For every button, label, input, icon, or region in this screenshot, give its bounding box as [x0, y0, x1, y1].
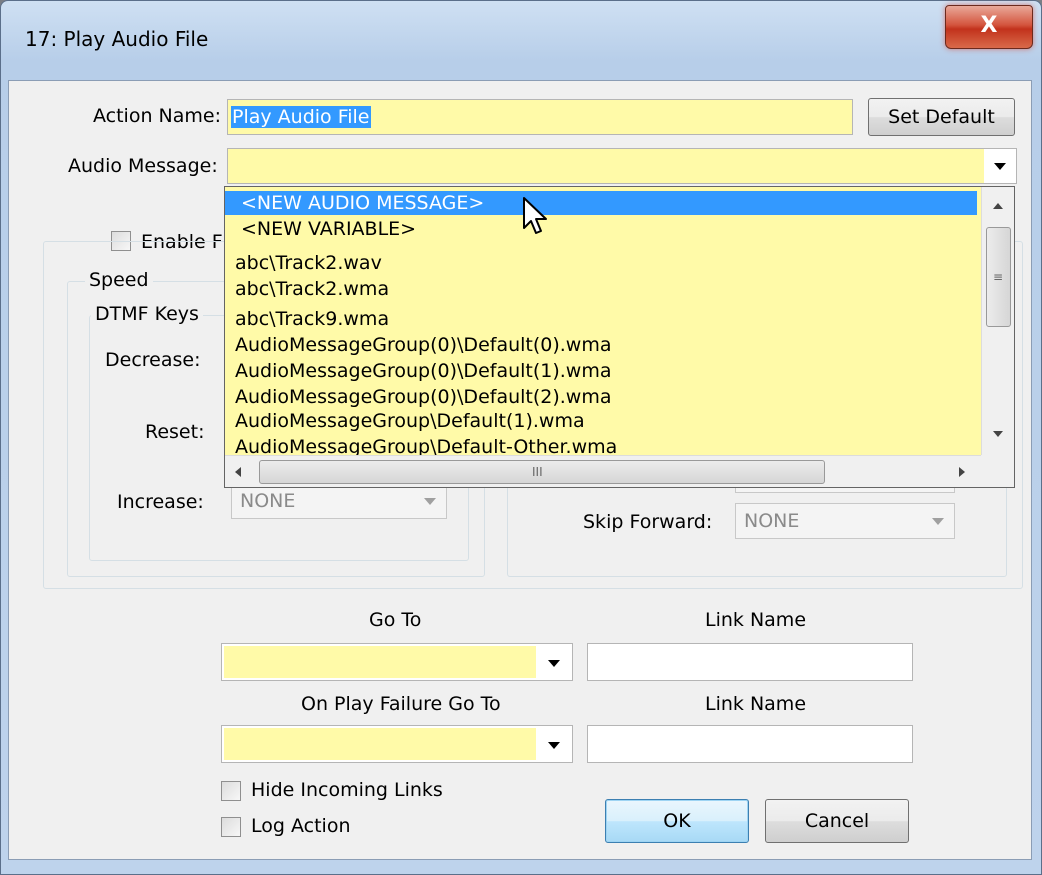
list-item[interactable]: <NEW VARIABLE> — [225, 217, 416, 241]
list-item[interactable]: AudioMessageGroup(0)\Default(2).wma — [225, 385, 612, 409]
vertical-scrollbar[interactable]: ≡ — [981, 187, 1014, 455]
hide-links-label: Hide Incoming Links — [251, 779, 443, 801]
log-action-checkbox[interactable] — [221, 817, 241, 837]
link-name-input-1[interactable] — [587, 643, 913, 681]
link-name-label-2: Link Name — [705, 693, 807, 715]
goto-label: Go To — [369, 609, 422, 631]
list-item[interactable]: abc\Track2.wma — [225, 277, 389, 301]
audio-message-dropdown-list[interactable]: <NEW AUDIO MESSAGE> <NEW VARIABLE> abc\T… — [224, 186, 1015, 488]
list-item[interactable]: AudioMessageGroup(0)\Default(0).wma — [225, 333, 612, 357]
cancel-button[interactable]: Cancel — [765, 799, 909, 843]
action-name-label: Action Name: — [93, 105, 221, 127]
scroll-right-icon[interactable] — [959, 467, 965, 477]
scroll-up-icon[interactable] — [993, 203, 1003, 209]
goto-combo-value — [224, 646, 536, 678]
close-button[interactable]: X — [945, 5, 1033, 49]
increase-select[interactable]: NONE — [231, 483, 447, 519]
link-name-label-1: Link Name — [705, 609, 807, 631]
chevron-down-icon — [548, 660, 560, 667]
goto-combo[interactable] — [221, 643, 573, 681]
increase-label: Increase: — [117, 491, 204, 513]
decrease-label: Decrease: — [105, 349, 201, 371]
chevron-down-icon — [994, 163, 1006, 170]
list-item[interactable]: AudioMessageGroup(0)\Default(1).wma — [225, 359, 612, 383]
scroll-corner — [981, 455, 1014, 487]
list-item[interactable]: abc\Track9.wma — [225, 307, 389, 331]
window-title: 17: Play Audio File — [25, 27, 209, 51]
set-default-button[interactable]: Set Default — [868, 98, 1015, 136]
chevron-down-icon — [932, 518, 944, 525]
audio-message-label: Audio Message: — [68, 155, 218, 177]
audio-message-dropdown-button[interactable] — [984, 149, 1016, 183]
list-item[interactable]: <NEW AUDIO MESSAGE> — [225, 191, 977, 215]
increase-value: NONE — [240, 490, 296, 512]
on-fail-combo-value — [224, 728, 536, 760]
link-name-input-2[interactable] — [587, 725, 913, 763]
audio-message-combo[interactable] — [227, 148, 1017, 184]
chevron-down-icon — [424, 498, 436, 505]
reset-label: Reset: — [145, 421, 205, 443]
list-item[interactable]: AudioMessageGroup\Default(1).wma — [225, 409, 585, 433]
horizontal-scrollbar[interactable]: III — [225, 455, 981, 487]
chevron-down-icon — [548, 742, 560, 749]
log-action-label: Log Action — [251, 815, 351, 837]
on-fail-label: On Play Failure Go To — [301, 693, 501, 715]
skip-forward-value: NONE — [744, 510, 800, 532]
on-fail-combo[interactable] — [221, 725, 573, 763]
title-bar[interactable]: 17: Play Audio File X — [1, 1, 1041, 81]
list-item[interactable]: abc\Track2.wav — [225, 251, 382, 275]
list-item[interactable]: AudioMessageGroup\Default-Other.wma — [225, 435, 617, 455]
grip-icon: ≡ — [993, 270, 1004, 284]
action-name-value: Play Audio File — [231, 106, 371, 128]
dtmf-group-title: DTMF Keys — [91, 303, 203, 325]
skip-forward-label: Skip Forward: — [583, 511, 713, 533]
skip-forward-select[interactable]: NONE — [735, 503, 955, 539]
grip-icon: III — [532, 465, 543, 479]
scroll-down-icon[interactable] — [993, 431, 1003, 437]
mouse-cursor-icon — [523, 197, 547, 234]
scroll-left-icon[interactable] — [235, 467, 241, 477]
ok-button[interactable]: OK — [605, 799, 749, 843]
vertical-scroll-thumb[interactable]: ≡ — [986, 227, 1011, 327]
hide-links-checkbox[interactable] — [221, 781, 241, 801]
action-name-field[interactable]: Play Audio File — [227, 99, 853, 135]
horizontal-scroll-thumb[interactable]: III — [259, 460, 825, 484]
speed-group-title: Speed — [85, 269, 153, 291]
